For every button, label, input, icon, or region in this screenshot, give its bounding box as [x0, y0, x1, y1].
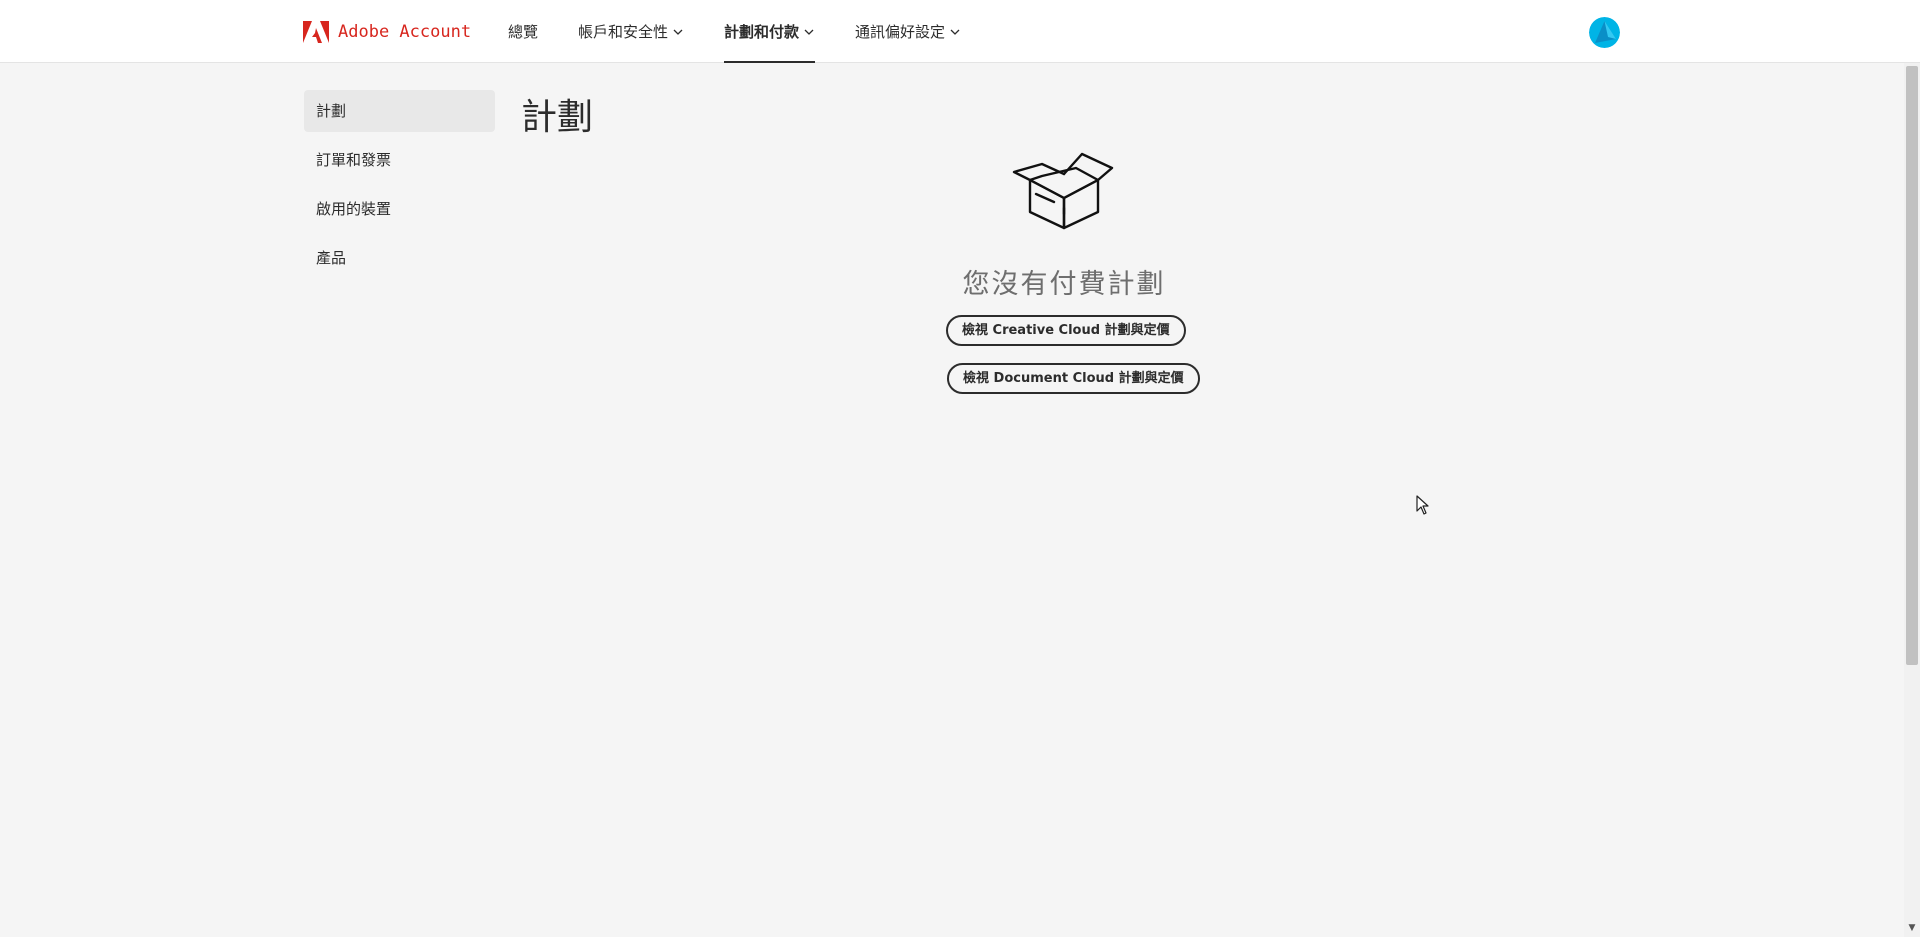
view-document-cloud-plans-button[interactable]: 檢視 Document Cloud 計劃與定價 — [947, 363, 1200, 394]
scrollbar-thumb[interactable] — [1906, 66, 1918, 665]
adobe-logo-icon — [303, 21, 329, 43]
chevron-down-icon — [804, 29, 814, 35]
nav-communication-preferences-label: 通訊偏好設定 — [855, 23, 946, 41]
main-nav: 總覽 帳戶和安全性 計劃和付款 通訊偏好設定 — [508, 0, 1001, 63]
brand-name: Adobe Account — [338, 22, 472, 42]
plans-sidebar: 計劃 訂單和發票 啟用的裝置 產品 — [304, 90, 495, 286]
sidebar-item-orders-invoices[interactable]: 訂單和發票 — [304, 139, 495, 181]
view-creative-cloud-plans-button[interactable]: 檢視 Creative Cloud 計劃與定價 — [946, 315, 1186, 346]
sidebar-item-label: 計劃 — [316, 102, 347, 120]
nav-overview-label: 總覽 — [508, 23, 539, 41]
mouse-cursor-icon — [1416, 495, 1429, 515]
empty-state-message: 您沒有付費計劃 — [962, 269, 1166, 300]
open-box-icon — [1012, 152, 1114, 230]
sidebar-item-label: 啟用的裝置 — [316, 200, 392, 218]
avatar-icon — [1589, 17, 1620, 48]
page-title: 計劃 — [521, 97, 594, 138]
sidebar-item-label: 產品 — [316, 249, 347, 267]
sidebar-item-products[interactable]: 產品 — [304, 237, 495, 279]
nav-account-security[interactable]: 帳戶和安全性 — [578, 0, 684, 63]
scroll-down-arrow-icon[interactable]: ▼ — [1906, 922, 1918, 934]
chevron-down-icon — [950, 29, 960, 35]
sidebar-item-activated-devices[interactable]: 啟用的裝置 — [304, 188, 495, 230]
nav-overview[interactable]: 總覽 — [508, 0, 538, 63]
sidebar-item-plans[interactable]: 計劃 — [304, 90, 495, 132]
user-avatar[interactable] — [1589, 17, 1620, 48]
nav-plans-payment-label: 計劃和付款 — [724, 23, 800, 41]
adobe-account-home-link[interactable]: Adobe Account — [303, 20, 471, 44]
nav-communication-preferences[interactable]: 通訊偏好設定 — [855, 0, 961, 63]
nav-plans-payment[interactable]: 計劃和付款 — [724, 0, 816, 63]
empty-state: 您沒有付費計劃 — [920, 150, 1208, 301]
sidebar-item-label: 訂單和發票 — [316, 151, 392, 169]
chevron-down-icon — [673, 29, 683, 35]
top-nav-bar: Adobe Account 總覽 帳戶和安全性 計劃和付款 通訊偏好設定 — [0, 0, 1920, 63]
nav-account-security-label: 帳戶和安全性 — [578, 23, 669, 41]
